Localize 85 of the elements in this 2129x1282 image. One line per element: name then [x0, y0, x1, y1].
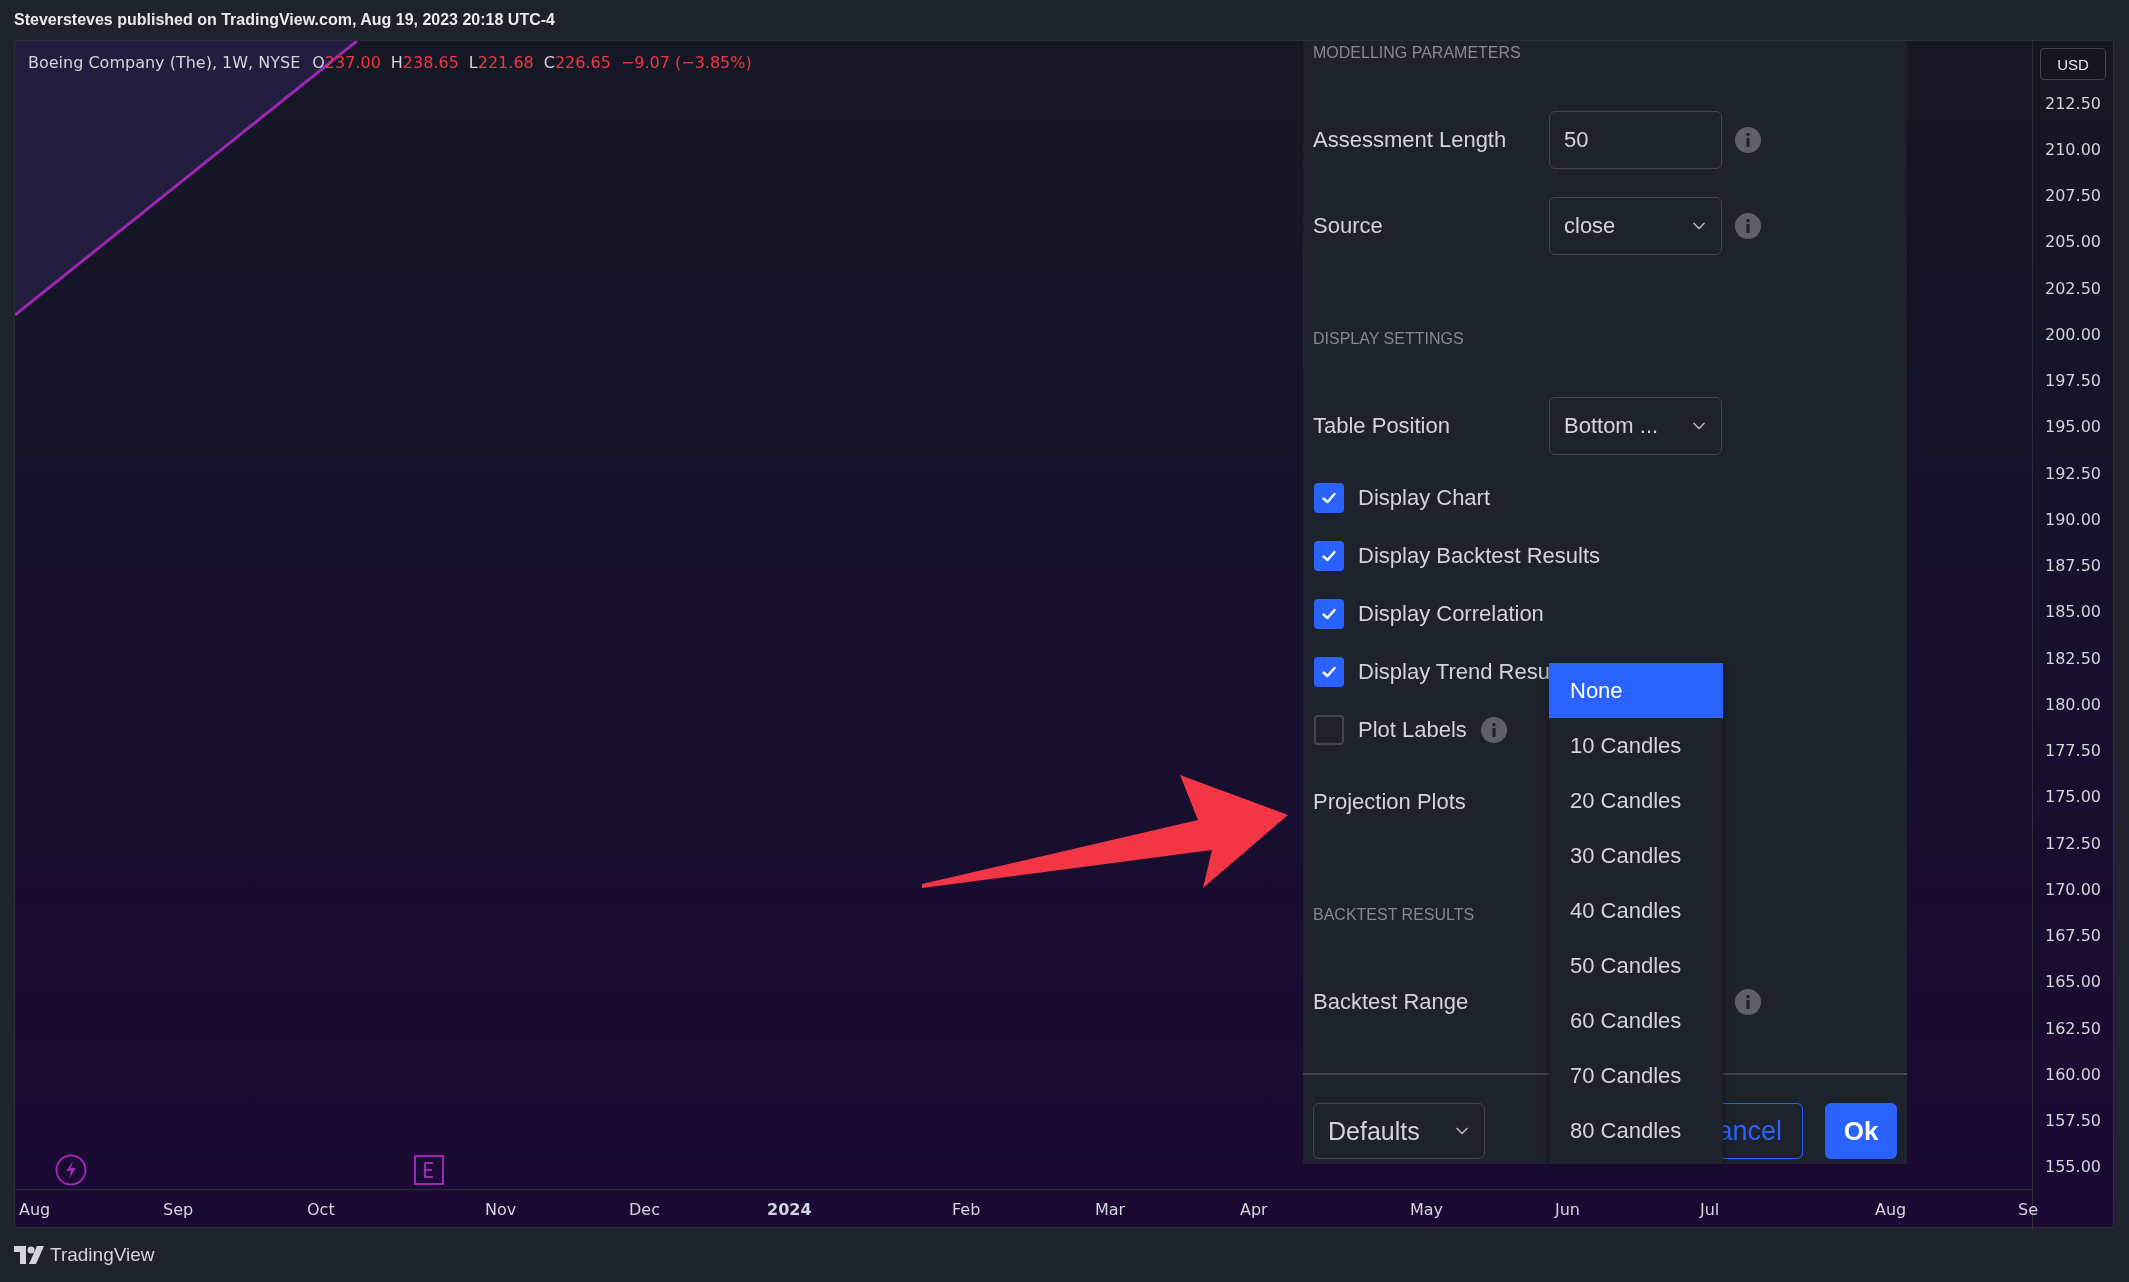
price-label: 170.00: [2045, 878, 2101, 901]
price-label: 212.50: [2045, 92, 2101, 115]
ohlc-value: L221.68: [468, 53, 534, 72]
price-label: 187.50: [2045, 555, 2101, 578]
dropdown-option[interactable]: 20 Candles: [1549, 773, 1723, 828]
price-label: 192.50: [2045, 462, 2101, 485]
dropdown-option[interactable]: 70 Candles: [1549, 1048, 1723, 1103]
time-label: Aug: [19, 1200, 51, 1219]
defaults-button[interactable]: Defaults: [1313, 1103, 1485, 1159]
field-label: Table Position: [1313, 413, 1451, 439]
price-label: 167.50: [2045, 925, 2101, 948]
time-label: Se: [2018, 1200, 2038, 1219]
checkbox[interactable]: [1314, 715, 1344, 745]
price-label: 160.00: [2045, 1063, 2101, 1086]
select-field[interactable]: close: [1549, 197, 1722, 255]
field-label: Projection Plots: [1313, 789, 1467, 815]
info-icon[interactable]: [1735, 127, 1761, 153]
time-label: Sep: [163, 1200, 194, 1219]
price-label: 190.00: [2045, 508, 2101, 531]
dropdown-option[interactable]: 50 Candles: [1549, 938, 1723, 993]
price-change: −9.07 (−3.85%): [620, 53, 752, 72]
price-label: 182.50: [2045, 647, 2101, 670]
checkbox-label[interactable]: Display Correlation: [1358, 601, 1544, 627]
dropdown-option[interactable]: 30 Candles: [1549, 828, 1723, 883]
price-label: 200.00: [2045, 323, 2101, 346]
ok-button[interactable]: Ok: [1825, 1103, 1897, 1159]
dropdown-option[interactable]: None: [1549, 663, 1723, 718]
price-label: 172.50: [2045, 832, 2101, 855]
publish-info: Steversteves published on TradingView.com, Aug 19, 2023 20:18 UTC-4: [14, 11, 555, 29]
dropdown-option[interactable]: 40 Candles: [1549, 883, 1723, 938]
checkbox[interactable]: [1314, 599, 1344, 629]
price-label: 180.00: [2045, 693, 2101, 716]
checkbox-label[interactable]: Display Trend Resu: [1358, 659, 1550, 685]
price-label: 197.50: [2045, 370, 2101, 393]
section-heading: MODELLING PARAMETERS: [1313, 44, 1521, 62]
checkbox-label[interactable]: Display Backtest Results: [1358, 543, 1601, 569]
select-field[interactable]: Bottom ...: [1549, 397, 1722, 455]
ohlc-value: C226.65: [543, 53, 611, 72]
checkbox-label[interactable]: Plot Labels: [1358, 717, 1467, 743]
currency-button[interactable]: USD: [2040, 48, 2106, 80]
ohlc-value: H238.65: [390, 53, 459, 72]
time-label: Nov: [485, 1200, 517, 1219]
checkbox[interactable]: [1314, 483, 1344, 513]
price-label: 157.50: [2045, 1110, 2101, 1133]
checkbox-label[interactable]: Display Chart: [1358, 485, 1491, 511]
price-label: 165.00: [2045, 971, 2101, 994]
info-icon[interactable]: [1735, 989, 1761, 1015]
dropdown-option[interactable]: 80 Candles: [1549, 1103, 1723, 1158]
time-label: Oct: [307, 1200, 335, 1219]
info-icon[interactable]: [1735, 213, 1761, 239]
lightning-icon[interactable]: [55, 1154, 87, 1186]
dropdown-option[interactable]: 10 Candles: [1549, 718, 1723, 773]
time-label: Apr: [1240, 1200, 1268, 1219]
time-label: Jul: [1700, 1200, 1720, 1219]
price-label: 210.00: [2045, 138, 2101, 161]
section-heading: BACKTEST RESULTS: [1313, 906, 1475, 924]
price-label: 195.00: [2045, 416, 2101, 439]
time-label: May: [1410, 1200, 1444, 1219]
price-label: 207.50: [2045, 185, 2101, 208]
price-label: 185.00: [2045, 601, 2101, 624]
section-heading: DISPLAY SETTINGS: [1313, 330, 1464, 348]
time-label: Feb: [952, 1200, 981, 1219]
time-label: Jun: [1555, 1200, 1580, 1219]
price-label: 175.00: [2045, 786, 2101, 809]
earnings-marker-icon[interactable]: [414, 1155, 444, 1185]
field-label: Backtest Range: [1313, 989, 1470, 1015]
field-label: Source: [1313, 213, 1384, 239]
time-label: 2024: [767, 1200, 812, 1219]
price-label: 155.00: [2045, 1156, 2101, 1179]
brand-name: TradingView: [50, 1244, 155, 1266]
price-label: 177.50: [2045, 740, 2101, 763]
checkbox[interactable]: [1314, 541, 1344, 571]
info-icon[interactable]: [1480, 717, 1507, 743]
checkbox[interactable]: [1314, 657, 1344, 687]
dropdown-option[interactable]: 60 Candles: [1549, 993, 1723, 1048]
field-label: Assessment Length: [1313, 127, 1508, 153]
price-label: 205.00: [2045, 231, 2101, 254]
time-label: Dec: [629, 1200, 660, 1219]
symbol-title: Boeing Company (The), 1W, NYSE: [28, 53, 301, 72]
logo-icon: [14, 1246, 44, 1264]
time-label: Aug: [1875, 1200, 1907, 1219]
time-label: Mar: [1095, 1200, 1126, 1219]
input-field[interactable]: 50: [1549, 111, 1722, 169]
price-label: 202.50: [2045, 277, 2101, 300]
price-label: 162.50: [2045, 1017, 2101, 1040]
